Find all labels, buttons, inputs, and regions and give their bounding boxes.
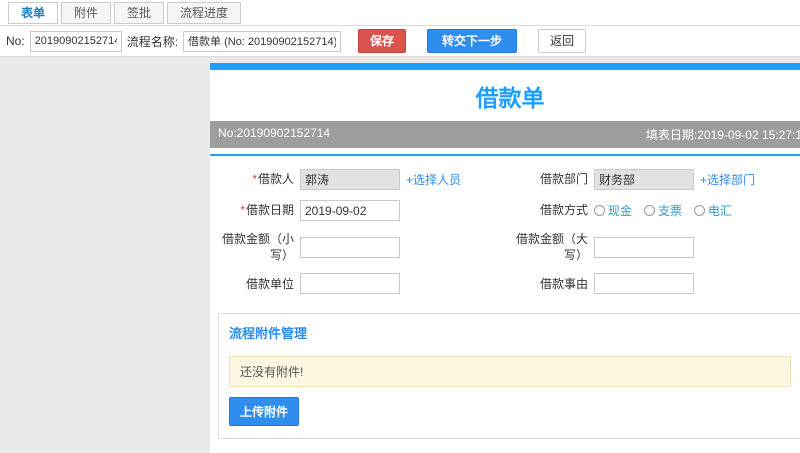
app: 表单 附件 签批 流程进度 No: 流程名称: 保存 转交下一步 返回 借款单 …: [0, 0, 800, 453]
radio-icon: [694, 205, 706, 216]
reason-label: 借款事由: [539, 276, 588, 291]
tab-progress[interactable]: 流程进度: [167, 1, 242, 24]
loan-form-panel: 借款单 No:20190902152714 填表日期:2019-09-02 15…: [210, 63, 800, 453]
radio-cheque[interactable]: 支票: [644, 202, 682, 219]
content-area: 借款单 No:20190902152714 填表日期:2019-09-02 15…: [0, 57, 800, 453]
process-name-input[interactable]: [183, 30, 342, 52]
form-fields: *借款人 +选择人员 借款部门 +选择部门 *借款日期: [210, 156, 800, 309]
radio-icon: [594, 205, 605, 216]
dept-input[interactable]: [594, 169, 694, 190]
dept-label: 借款部门: [539, 172, 588, 187]
date-label: *借款日期: [240, 203, 294, 218]
next-step-button[interactable]: 转交下一步: [427, 28, 518, 54]
amount-small-input[interactable]: [300, 236, 400, 258]
amount-small-field: 借款金额（小写）: [216, 226, 510, 268]
amount-small-label: 借款金额（小写）: [221, 232, 294, 263]
reason-input[interactable]: [594, 273, 694, 295]
tab-approval[interactable]: 签批: [114, 1, 165, 24]
form-row: 借款单位 借款事由: [216, 268, 800, 299]
upload-attachment-button[interactable]: 上传附件: [229, 397, 300, 427]
unit-field: 借款单位: [216, 268, 510, 299]
tab-attachments[interactable]: 附件: [61, 1, 112, 24]
date-input[interactable]: [300, 200, 400, 221]
no-label: No:: [6, 34, 25, 48]
meta-bar: No:20190902152714 填表日期:2019-09-02 15:27:…: [210, 121, 800, 148]
form-row: *借款日期 借款方式 现金 支票 电汇: [216, 195, 800, 226]
borrower-input[interactable]: [300, 169, 400, 190]
borrower-label: *借款人: [252, 172, 294, 187]
amount-big-field: 借款金额（大写）: [510, 226, 800, 268]
panel-top-accent: [210, 63, 800, 70]
form-row: 借款金额（小写） 借款金额（大写）: [216, 226, 800, 268]
unit-input[interactable]: [300, 273, 400, 295]
select-dept-link[interactable]: +选择部门: [700, 171, 755, 188]
toolbar: No: 流程名称: 保存 转交下一步 返回: [0, 26, 800, 57]
attachments-heading: 流程附件管理: [229, 326, 308, 342]
form-row: *借款人 +选择人员 借款部门 +选择部门: [216, 164, 800, 195]
attachments-section: 流程附件管理 还没有附件! 上传附件: [218, 313, 800, 440]
reason-field: 借款事由: [510, 268, 800, 299]
no-attachments-message: 还没有附件!: [229, 356, 791, 388]
required-mark: *: [252, 172, 257, 187]
method-field: 借款方式 现金 支票 电汇: [510, 195, 800, 226]
page-title: 借款单: [475, 85, 545, 111]
tab-bar: 表单 附件 签批 流程进度: [0, 0, 800, 26]
amount-big-input[interactable]: [594, 236, 694, 258]
method-radio-group: 现金 支票 电汇: [594, 202, 732, 219]
radio-wire[interactable]: 电汇: [694, 202, 732, 219]
select-person-link[interactable]: +选择人员: [406, 171, 461, 188]
radio-cash[interactable]: 现金: [594, 202, 632, 219]
tab-form[interactable]: 表单: [8, 1, 59, 24]
borrower-field: *借款人 +选择人员: [216, 164, 510, 195]
date-field: *借款日期: [216, 195, 510, 226]
method-label: 借款方式: [539, 203, 588, 218]
amount-big-label: 借款金额（大写）: [515, 232, 588, 263]
no-input[interactable]: [29, 30, 122, 52]
back-button[interactable]: 返回: [538, 28, 587, 54]
fill-date: 填表日期:2019-09-02 15:27:1: [645, 128, 800, 142]
radio-icon: [644, 205, 656, 216]
dept-field: 借款部门 +选择部门: [510, 164, 800, 195]
required-mark: *: [240, 203, 245, 218]
form-number: No:20190902152714: [218, 126, 331, 140]
unit-label: 借款单位: [245, 276, 294, 291]
process-name-label: 流程名称:: [126, 34, 179, 49]
save-button[interactable]: 保存: [358, 28, 407, 54]
